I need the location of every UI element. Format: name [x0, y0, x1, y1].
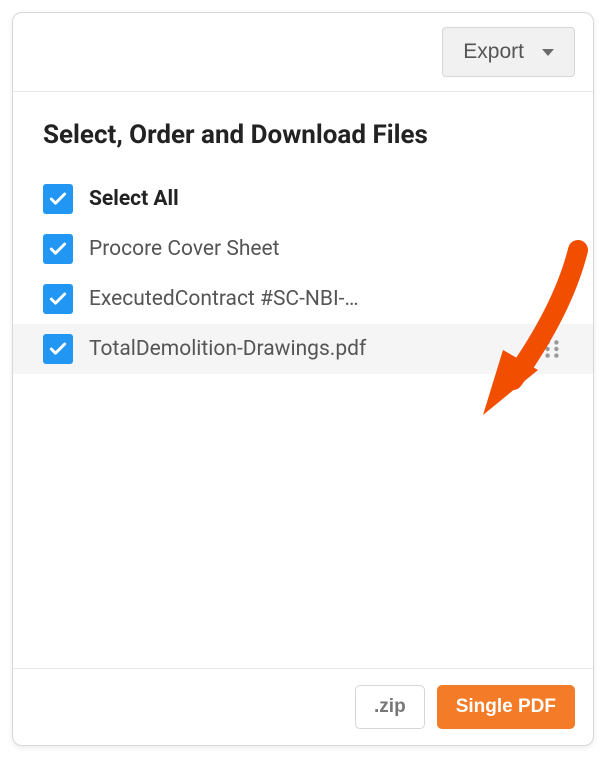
- chevron-down-icon: [542, 49, 554, 56]
- select-all-row[interactable]: Select All: [43, 174, 563, 224]
- export-label: Export: [463, 40, 524, 64]
- zip-button[interactable]: .zip: [355, 685, 425, 729]
- export-button[interactable]: Export: [442, 27, 575, 77]
- panel-title: Select, Order and Download Files: [43, 120, 563, 150]
- check-icon: [48, 339, 68, 359]
- file-row[interactable]: TotalDemolition-Drawings.pdf: [13, 324, 593, 374]
- check-icon: [48, 189, 68, 209]
- file-list: Select All Procore Cover Sheet ExecutedC…: [43, 174, 563, 374]
- select-all-label: Select All: [89, 187, 563, 211]
- single-pdf-button[interactable]: Single PDF: [437, 685, 575, 729]
- panel-footer: .zip Single PDF: [13, 668, 593, 745]
- file-label: TotalDemolition-Drawings.pdf: [89, 337, 541, 361]
- file-label: ExecutedContract #SC-NBI-…: [89, 287, 563, 311]
- file-row[interactable]: ExecutedContract #SC-NBI-…: [43, 274, 563, 324]
- file-checkbox[interactable]: [43, 334, 73, 364]
- file-checkbox[interactable]: [43, 234, 73, 264]
- file-checkbox[interactable]: [43, 284, 73, 314]
- check-icon: [48, 289, 68, 309]
- check-icon: [48, 239, 68, 259]
- select-all-checkbox[interactable]: [43, 184, 73, 214]
- file-label: Procore Cover Sheet: [89, 237, 563, 261]
- panel-header: Export: [13, 13, 593, 92]
- drag-handle-icon[interactable]: [541, 338, 563, 360]
- download-panel: Export Select, Order and Download Files …: [12, 12, 594, 746]
- file-row[interactable]: Procore Cover Sheet: [43, 224, 563, 274]
- panel-content: Select, Order and Download Files Select …: [13, 92, 593, 668]
